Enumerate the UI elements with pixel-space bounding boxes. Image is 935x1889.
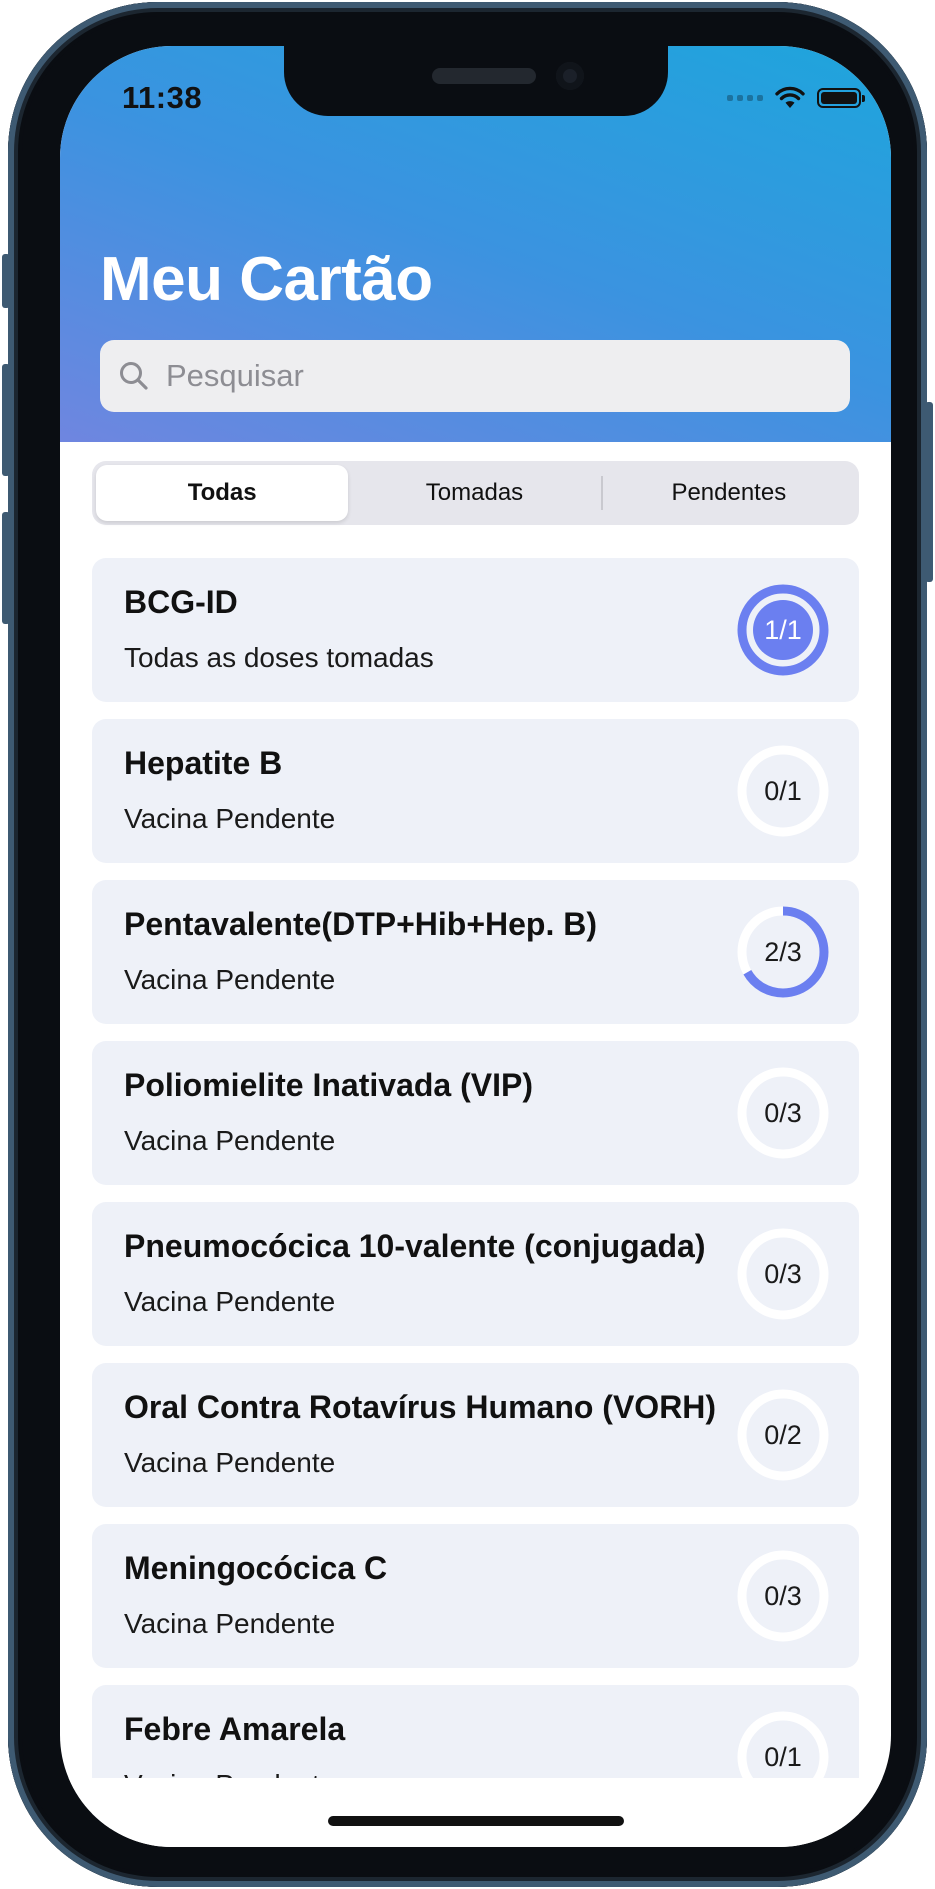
phone-frame: 11:38 Meu Cartão Pesquisar Todas Tomadas… bbox=[2, 2, 933, 1887]
vaccine-card[interactable]: Pentavalente(DTP+Hib+Hep. B) Vacina Pend… bbox=[92, 880, 859, 1024]
vaccine-name: BCG-ID bbox=[124, 584, 238, 620]
search-icon bbox=[120, 362, 148, 390]
vaccine-card[interactable]: Hepatite B Vacina Pendente 0/1 bbox=[92, 719, 859, 863]
vaccine-card[interactable]: Meningocócica C Vacina Pendente 0/3 bbox=[92, 1524, 859, 1668]
vaccine-list: BCG-ID Todas as doses tomadas 1/1 Hepati… bbox=[92, 558, 859, 1846]
vaccine-name: Oral Contra Rotavírus Humano (VORH) bbox=[124, 1389, 717, 1425]
filter-segmented-control: Todas Tomadas Pendentes bbox=[92, 461, 859, 525]
bottom-safe-area bbox=[60, 1778, 891, 1847]
vaccine-card[interactable]: BCG-ID Todas as doses tomadas 1/1 bbox=[92, 558, 859, 702]
speaker-grille bbox=[432, 68, 536, 84]
status-icons bbox=[727, 84, 865, 112]
vaccine-status: Vacina Pendente bbox=[124, 803, 336, 834]
search-bar[interactable] bbox=[100, 340, 850, 412]
mute-switch bbox=[2, 254, 10, 308]
volume-down-button bbox=[2, 512, 10, 624]
vaccine-status: Vacina Pendente bbox=[124, 964, 336, 995]
status-time: 11:38 bbox=[122, 80, 203, 115]
dose-progress-label: 0/3 bbox=[764, 1580, 802, 1611]
tab-todas[interactable]: Todas bbox=[96, 465, 349, 521]
dose-progress-label: 2/3 bbox=[764, 936, 802, 967]
vaccine-card[interactable]: Poliomielite Inativada (VIP) Vacina Pend… bbox=[92, 1041, 859, 1185]
tab-tomadas[interactable]: Tomadas bbox=[348, 465, 600, 521]
cellular-signal-icon bbox=[727, 95, 763, 101]
dose-progress-label: 0/3 bbox=[764, 1097, 802, 1128]
volume-up-button bbox=[2, 364, 10, 476]
vaccine-status: Vacina Pendente bbox=[124, 1447, 336, 1478]
vaccine-name: Febre Amarela bbox=[124, 1711, 346, 1747]
vaccine-card[interactable]: Oral Contra Rotavírus Humano (VORH) Vaci… bbox=[92, 1363, 859, 1507]
page-title: Meu Cartão bbox=[100, 245, 433, 314]
search-input[interactable] bbox=[164, 357, 808, 395]
battery-icon bbox=[817, 88, 865, 108]
vaccine-status: Todas as doses tomadas bbox=[124, 642, 434, 673]
vaccine-name: Pentavalente(DTP+Hib+Hep. B) bbox=[124, 906, 597, 942]
vaccine-name: Poliomielite Inativada (VIP) bbox=[124, 1067, 533, 1103]
wifi-icon bbox=[775, 86, 805, 108]
device-notch bbox=[284, 46, 668, 116]
home-indicator[interactable] bbox=[328, 1816, 624, 1826]
vaccine-name: Hepatite B bbox=[124, 745, 283, 781]
vaccine-status: Vacina Pendente bbox=[124, 1286, 336, 1317]
vaccine-card[interactable]: Pneumocócica 10-valente (conjugada) Vaci… bbox=[92, 1202, 859, 1346]
dose-progress-label: 0/1 bbox=[764, 775, 802, 806]
app-screen: 11:38 Meu Cartão Pesquisar Todas Tomadas… bbox=[60, 46, 891, 1847]
front-camera bbox=[556, 62, 584, 90]
dose-progress-label: 0/2 bbox=[764, 1419, 802, 1450]
vaccine-status: Vacina Pendente bbox=[124, 1608, 336, 1639]
vaccine-name: Pneumocócica 10-valente (conjugada) bbox=[124, 1228, 706, 1264]
tab-pendentes[interactable]: Pendentes bbox=[603, 465, 855, 521]
power-button bbox=[925, 402, 933, 582]
vaccine-status: Vacina Pendente bbox=[124, 1125, 336, 1156]
dose-progress-label: 0/3 bbox=[764, 1258, 802, 1289]
dose-progress-label: 1/1 bbox=[764, 614, 802, 645]
vaccine-name: Meningocócica C bbox=[124, 1550, 388, 1586]
